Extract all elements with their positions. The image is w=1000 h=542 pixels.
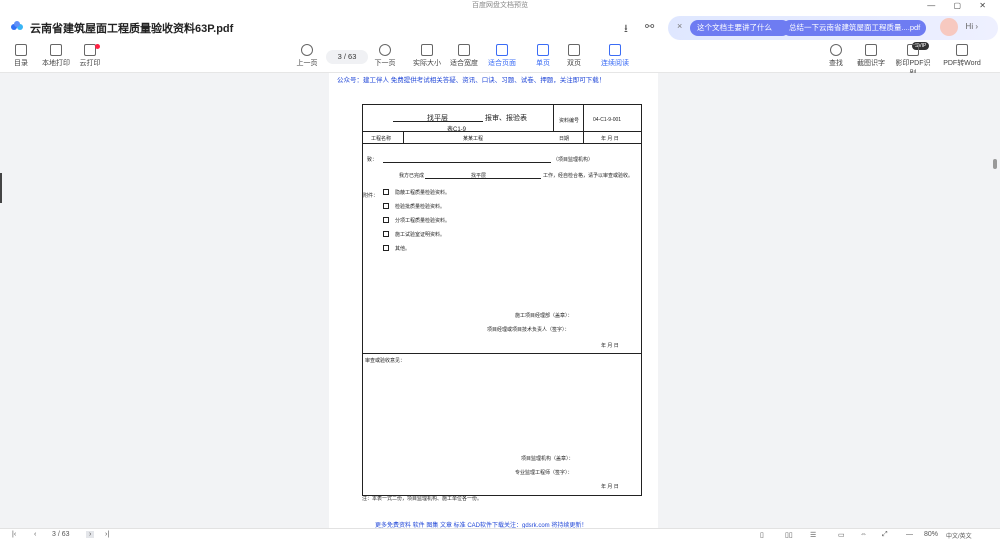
ai-summary-chip[interactable]: 总结一下云南省建筑屋面工程质量....pdf: [782, 20, 926, 36]
pdf-page: 公众号：建工伴人 免费提供考试相关答疑、资讯、口诀、习题、试卷、押题，关注即可下…: [329, 73, 658, 528]
next-page-icon[interactable]: ›: [86, 531, 95, 538]
fit-page-icon[interactable]: ⤢: [882, 531, 888, 539]
doc-title: 云南省建筑屋面工程质量验收资料63P.pdf: [30, 23, 234, 35]
project-name-label: 工程名称: [371, 136, 392, 142]
continuous-read-button[interactable]: 连续阅读: [596, 42, 634, 70]
check-item-4: 施工试验室证明资料。: [395, 232, 446, 238]
catalog-icon: [15, 44, 27, 56]
single-view-icon[interactable]: ▯: [760, 531, 764, 539]
fit-page-icon: [496, 44, 508, 56]
fit-width-icon: [458, 44, 470, 56]
check-item-3: 分项工程质量检验资料。: [395, 218, 451, 224]
date-label: 日期: [559, 136, 570, 142]
actual-size-icon: [421, 44, 433, 56]
status-bar: |‹ ‹ 3 / 63 › ›| ▯ ▯▯ ☰ ▭ ⇔ ⤢ — 80% 中文/英…: [0, 528, 1000, 542]
page-indicator[interactable]: 3 / 63: [326, 50, 368, 64]
next-icon: [379, 44, 391, 56]
we-done-label: 我方已完成: [399, 173, 425, 179]
watermark-label: 中文/英文: [946, 534, 972, 540]
catalog-button[interactable]: 目录: [2, 44, 40, 68]
ocr-button[interactable]: 截图识字: [852, 44, 890, 68]
bottom-download-note: 更多免费资料 软件 图集 文章 标准 CAD软件下载关注：gdsrk.com 将…: [375, 523, 588, 528]
review-opinion-label: 审查或验收意见：: [365, 358, 406, 364]
check-item-2: 检验批质量检验资料。: [395, 204, 446, 210]
supervision-seal-label: 项目监理机构（盖章）：: [521, 456, 574, 462]
to-suffix: （项目监理机构）: [553, 157, 594, 163]
notification-dot: [95, 44, 100, 49]
actual-size-icon[interactable]: ▭: [838, 531, 845, 539]
date-ymd-1: 年 月 日: [601, 343, 619, 349]
double-page-button[interactable]: 双页: [555, 44, 593, 68]
fit-width-icon[interactable]: ⇔: [860, 531, 867, 538]
date-ymd-top: 年 月 日: [601, 136, 619, 142]
continuous-icon: [609, 44, 621, 56]
fit-width-button[interactable]: 适合宽度: [445, 44, 483, 68]
word-icon: [956, 44, 968, 56]
checkbox-sub-item[interactable]: [383, 217, 389, 223]
project-manager-sign-label: 项目经理或项目技术负责人（签字）：: [487, 327, 570, 333]
form-title-suffix: 报审、报验表: [485, 115, 527, 122]
checkbox-lab-proof[interactable]: [383, 231, 389, 237]
share-icon[interactable]: ⚯: [645, 20, 654, 33]
cloud-logo-icon: [11, 21, 23, 30]
actual-size-button[interactable]: 实际大小: [408, 44, 446, 68]
vertical-scrollbar[interactable]: [993, 159, 997, 169]
window-title: 百度网盘文档预览 — ▢ ✕: [0, 0, 1000, 12]
we-done-item: 找平层: [471, 173, 487, 179]
checkbox-inspection-lot[interactable]: [383, 203, 389, 209]
check-item-1: 隐蔽工程质量检验资料。: [395, 190, 451, 196]
printer-icon: [50, 44, 62, 56]
checkbox-other[interactable]: [383, 245, 389, 251]
zoom-level[interactable]: 80%: [924, 531, 938, 538]
document-viewer[interactable]: 公众号：建工伴人 免费提供考试相关答疑、资讯、口诀、习题、试卷、押题，关注即可下…: [0, 73, 1000, 528]
ai-hi-button[interactable]: Hi ›: [966, 22, 978, 31]
form-frame: 找平层 报审、报验表 表C1-9 资料编号 04-C1-9-001 工程名称 某…: [362, 104, 642, 496]
status-page-indicator[interactable]: 3 / 63: [52, 531, 70, 538]
double-view-icon[interactable]: ▯▯: [785, 531, 793, 539]
download-icon[interactable]: ⭳: [624, 20, 628, 39]
public-account-note: 公众号：建工伴人 免费提供考试相关答疑、资讯、口诀、习题、试卷、押题，关注即可下…: [337, 77, 606, 84]
form-note: 注：本表一式二份，项目监理机构、施工单位各一份。: [362, 496, 483, 502]
ai-avatar[interactable]: [940, 18, 958, 36]
continuous-view-icon[interactable]: ☰: [810, 531, 816, 539]
single-page-icon: [537, 44, 549, 56]
we-done-suffix: 工作，经自检合格，请予以审查或验收。: [543, 173, 634, 179]
form-code: 表C1-9: [447, 127, 467, 133]
fit-page-button[interactable]: 适合页面: [483, 42, 521, 70]
prev-icon: [301, 44, 313, 56]
checkbox-hidden-work[interactable]: [383, 189, 389, 195]
attachment-label: 附件：: [363, 193, 379, 199]
local-print-button[interactable]: 本地打印: [37, 44, 75, 68]
double-page-icon: [568, 44, 580, 56]
check-item-5: 其他。: [395, 246, 411, 252]
left-edge-mark: [0, 173, 2, 203]
ai-assistant-bar: × 这个文档主要讲了什么 总结一下云南省建筑屋面工程质量....pdf Hi ›: [668, 16, 998, 40]
last-page-icon[interactable]: ›|: [105, 531, 109, 538]
pdf-to-word-button[interactable]: PDF转Word: [943, 44, 981, 68]
supervisor-sign-label: 专业监理工程师（签字）：: [515, 470, 573, 476]
find-button[interactable]: 查找: [817, 44, 855, 68]
close-ai-icon[interactable]: ×: [677, 21, 682, 31]
scan-icon: [907, 44, 919, 56]
record-no-value: 04-C1-9-001: [593, 117, 622, 123]
to-label: 致：: [367, 157, 378, 163]
search-icon: [830, 44, 842, 56]
project-name-value: 某某工程: [463, 136, 484, 142]
construction-seal-label: 施工项目经理部（盖章）：: [515, 313, 573, 319]
toolbar: 目录 本地打印 云打印 上一页 3 / 63 下一页 实际大小 适合宽度 适合页…: [0, 42, 1000, 77]
next-page-button[interactable]: 下一页: [366, 44, 404, 68]
ocr-icon: [865, 44, 877, 56]
ai-question-chip[interactable]: 这个文档主要讲了什么: [690, 20, 790, 36]
zoom-out-icon[interactable]: —: [906, 531, 913, 538]
first-page-icon[interactable]: |‹: [12, 531, 16, 538]
prev-page-icon[interactable]: ‹: [34, 531, 36, 538]
record-no-label: 资料编号: [559, 118, 580, 124]
cloud-print-button[interactable]: 云打印: [71, 44, 109, 68]
date-ymd-2: 年 月 日: [601, 484, 619, 490]
prev-page-button[interactable]: 上一页: [288, 44, 326, 68]
window-controls[interactable]: — ▢ ✕: [927, 0, 994, 12]
